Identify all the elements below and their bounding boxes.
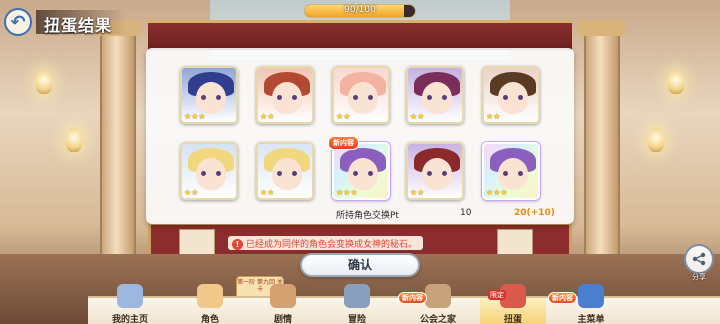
rarity-stars: ★★★ (486, 188, 508, 197)
nav-label: 公会之家 (419, 315, 456, 324)
nav-label: 冒险 (347, 315, 366, 324)
my-home-icon (117, 284, 143, 308)
character-card[interactable]: ★★★ (332, 142, 390, 200)
character-card[interactable]: ★★ (180, 142, 238, 200)
background-banner (148, 20, 572, 50)
bottom-nav: 我的主页 角色 剧情 冒险 公会之家 新内容 扭蛋 限定 主菜单 新内容 (88, 284, 720, 324)
rarity-stars: ★★ (410, 188, 425, 197)
rarity-stars: ★★ (260, 112, 275, 121)
nav-label: 主菜单 (577, 315, 605, 324)
stamina-text: 90/100 (344, 5, 376, 15)
character-card[interactable]: ★★ (256, 66, 314, 124)
rarity-stars: ★★ (486, 112, 501, 121)
exclamation-icon: ! (232, 239, 243, 250)
stamina-gauge: 90/100 (304, 4, 416, 18)
right-lamp-icon-2 (648, 128, 664, 152)
exchange-pt-row: 所持角色交换Pt 10 20(+10) (180, 206, 555, 222)
main-menu-icon (578, 284, 604, 308)
exchange-pt-value: 10 (460, 208, 472, 218)
nav-story[interactable]: 剧情 (248, 284, 318, 324)
left-lamp-icon-2 (66, 128, 82, 152)
right-lamp-icon (668, 70, 684, 94)
share-icon (692, 252, 706, 266)
exchange-pt-new-value: 20(+10) (514, 208, 555, 218)
nav-badge: 新内容 (548, 292, 577, 304)
nav-label: 剧情 (273, 315, 292, 324)
nav-adventure[interactable]: 冒险 (318, 284, 396, 324)
guild-house-icon (425, 284, 451, 308)
new-content-tag: 新内容 (328, 136, 359, 150)
conversion-notice: ! 已经成为同伴的角色会变换成女神的秘石。 (228, 236, 424, 250)
left-pillar (94, 20, 142, 284)
rarity-stars: ★★ (184, 188, 199, 197)
nav-gacha[interactable]: 扭蛋 限定 (480, 284, 546, 324)
story-icon (270, 284, 296, 308)
nav-label: 角色 (200, 315, 219, 324)
rarity-stars: ★★★ (184, 112, 206, 121)
character-card[interactable]: ★★ (332, 66, 390, 124)
rarity-stars: ★★ (336, 112, 351, 121)
nav-badge: 限定 (488, 290, 506, 300)
character-card[interactable]: ★★ (482, 66, 540, 124)
nav-character[interactable]: 角色 (172, 284, 248, 324)
character-card[interactable]: ★★ (256, 142, 314, 200)
rarity-stars: ★★ (260, 188, 275, 197)
nav-label: 我的主页 (111, 315, 148, 324)
nav-label: 扭蛋 (503, 315, 522, 324)
page-title: 扭蛋结果 (36, 10, 127, 35)
confirm-button[interactable]: 确认 (300, 253, 420, 277)
conversion-notice-text: 已经成为同伴的角色会变换成女神的秘石。 (246, 240, 418, 250)
share-label: 分享 (692, 273, 706, 281)
nav-badge: 新内容 (398, 292, 427, 304)
character-card[interactable]: ★★ (406, 66, 464, 124)
back-button[interactable]: ↶ (4, 8, 32, 36)
adventure-icon (344, 284, 370, 308)
right-pillar (578, 20, 626, 284)
nav-guild-house[interactable]: 公会之家 新内容 (396, 284, 480, 324)
back-arrow-icon: ↶ (10, 11, 26, 33)
exchange-pt-label: 所持角色交换Pt (336, 211, 399, 221)
nav-main-menu[interactable]: 主菜单 新内容 (546, 284, 636, 324)
character-card[interactable]: ★★★ (180, 66, 238, 124)
rarity-stars: ★★ (410, 112, 425, 121)
character-card[interactable]: ★★ (406, 142, 464, 200)
nav-my-home[interactable]: 我的主页 (88, 284, 172, 324)
character-icon (197, 284, 223, 308)
left-lamp-icon (36, 70, 52, 94)
character-card[interactable]: ★★★ (482, 142, 540, 200)
share-button[interactable] (684, 244, 714, 274)
rarity-stars: ★★★ (336, 188, 358, 197)
